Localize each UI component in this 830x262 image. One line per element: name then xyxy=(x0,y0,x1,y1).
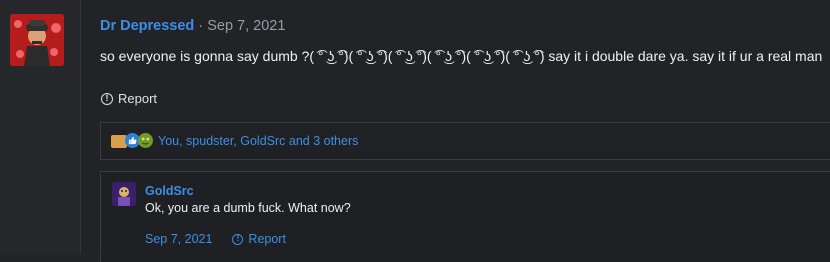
report-icon: ! xyxy=(232,233,244,245)
reply-avatar[interactable] xyxy=(112,182,136,206)
post-date[interactable]: Sep 7, 2021 xyxy=(207,18,285,34)
post-meta: Dr Depressed · Sep 7, 2021 xyxy=(100,18,285,34)
report-icon: ! xyxy=(101,92,113,105)
reply-footer: Sep 7, 2021 ! Report xyxy=(145,232,286,246)
reaction-icons[interactable] xyxy=(111,133,153,148)
reply-report-button[interactable]: ! Report xyxy=(232,232,286,246)
post-username[interactable]: Dr Depressed xyxy=(100,18,194,34)
user-avatar[interactable] xyxy=(10,14,64,66)
reply-message: Ok, you are a dumb fuck. What now? xyxy=(145,201,351,215)
reply-date[interactable]: Sep 7, 2021 xyxy=(145,232,212,246)
avatar-image-icon xyxy=(10,14,64,66)
report-button[interactable]: ! Report xyxy=(101,91,157,106)
report-label: Report xyxy=(118,91,158,106)
reply-username[interactable]: GoldSrc xyxy=(145,184,194,198)
post-message: so everyone is gonna say dumb ?( ͡° ͜ʖ ͡… xyxy=(100,48,823,64)
reactions-bar: You, spudster, GoldSrc and 3 others xyxy=(100,122,830,160)
goblin-icon xyxy=(138,133,153,148)
post-content: Dr Depressed · Sep 7, 2021 so everyone i… xyxy=(81,0,830,262)
reply-report-label: Report xyxy=(248,232,286,246)
post-user-column xyxy=(0,0,81,254)
reply-comment: GoldSrc Ok, you are a dumb fuck. What no… xyxy=(100,171,830,262)
reply-avatar-image-icon xyxy=(112,182,136,206)
meta-separator: · xyxy=(198,18,204,34)
reaction-summary[interactable]: You, spudster, GoldSrc and 3 others xyxy=(158,134,358,148)
